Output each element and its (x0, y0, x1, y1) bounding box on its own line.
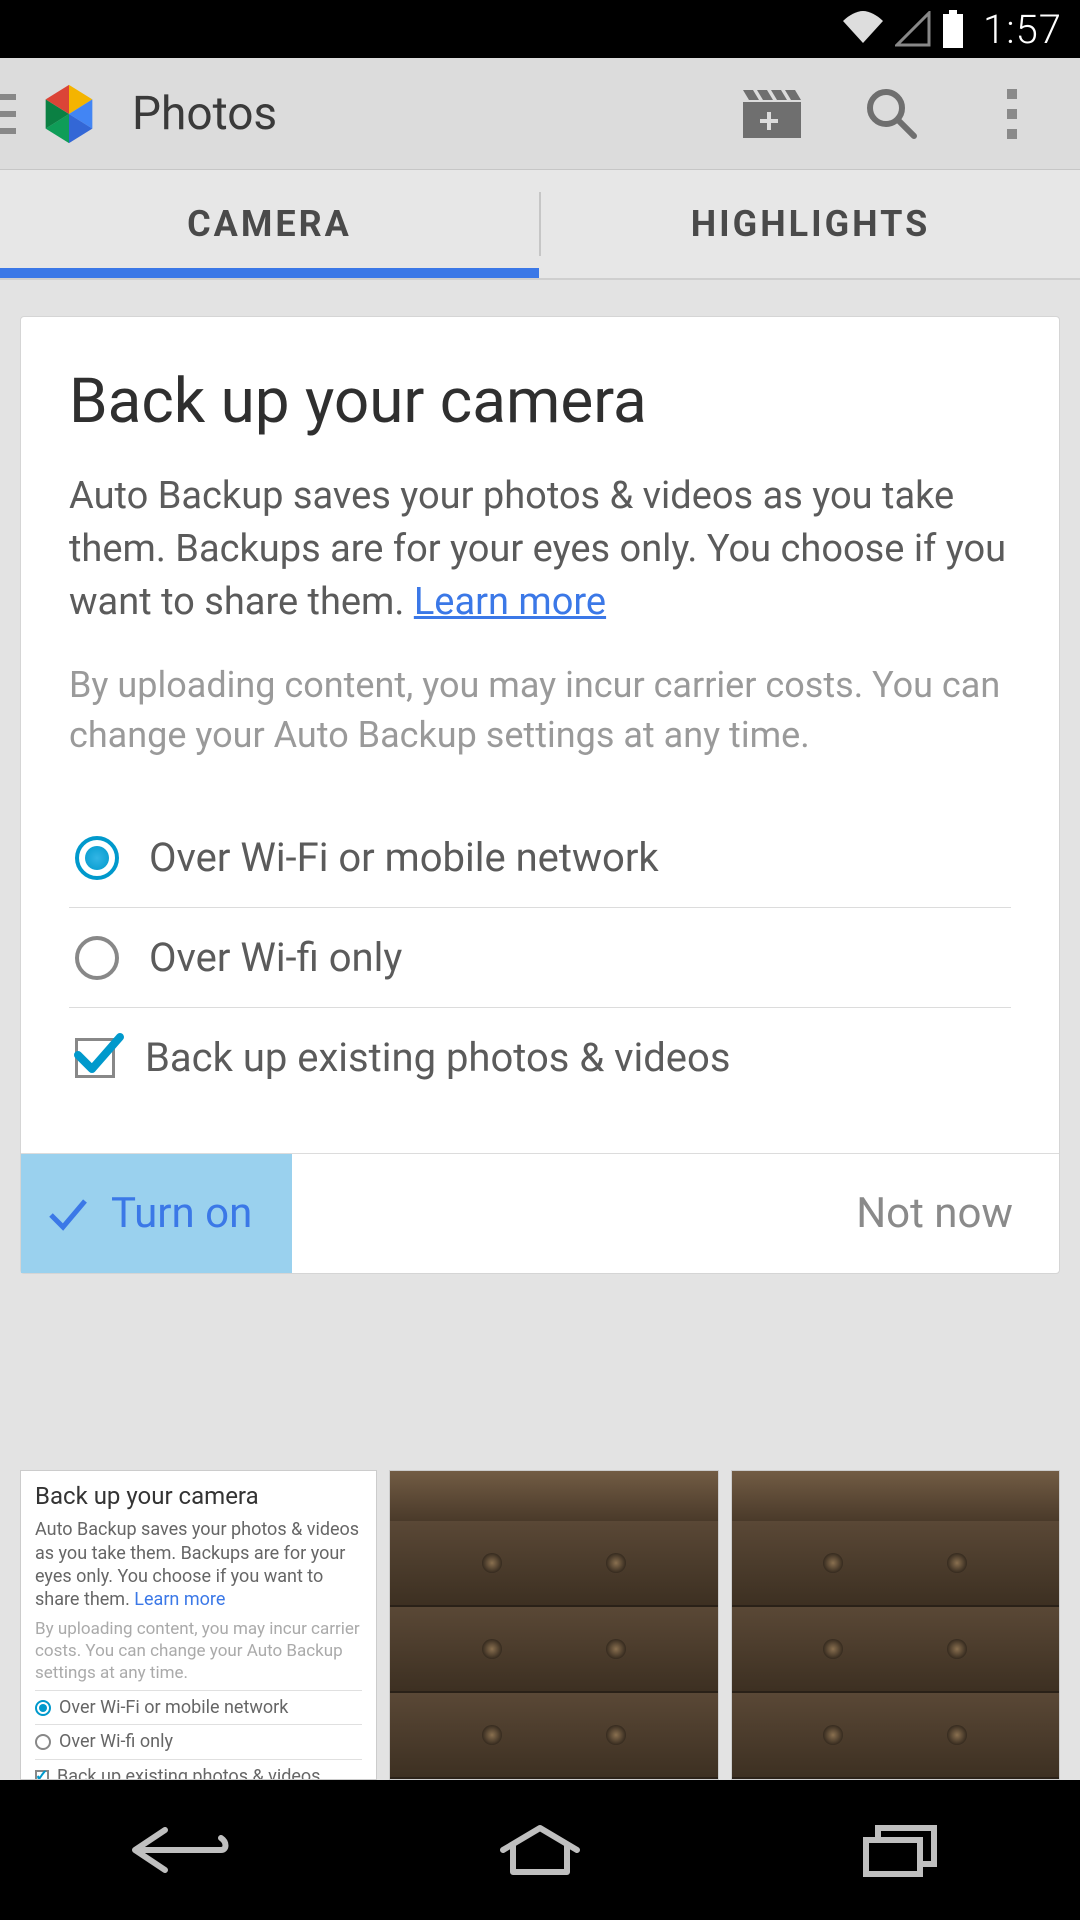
not-now-label: Not now (856, 1189, 1013, 1238)
tab-camera[interactable]: CAMERA (0, 170, 539, 278)
photo-grid: Back up your camera Auto Backup saves yo… (20, 1470, 1060, 1780)
radio-icon (75, 836, 119, 880)
option-wifi-only[interactable]: Over Wi-fi only (69, 908, 1011, 1008)
content-area[interactable]: Back up your camera Auto Backup saves yo… (0, 280, 1080, 1780)
option-label: Over Wi-Fi or mobile network (149, 834, 659, 881)
turn-on-label: Turn on (111, 1189, 252, 1238)
photos-logo-icon[interactable] (34, 79, 104, 149)
card-description-secondary: By uploading content, you may incur carr… (69, 660, 1011, 761)
create-movie-button[interactable] (712, 58, 832, 169)
drawer-toggle-icon[interactable] (0, 94, 16, 134)
card-description-primary: Auto Backup saves your photos & videos a… (69, 470, 1011, 630)
grid-item-photo[interactable] (731, 1470, 1060, 1780)
card-actions: Turn on Not now (21, 1153, 1059, 1273)
home-button[interactable] (450, 1815, 630, 1885)
tab-label: CAMERA (187, 203, 352, 245)
card-title: Back up your camera (69, 365, 1011, 438)
app-title: Photos (132, 87, 277, 141)
grid-item-screenshot[interactable]: Back up your camera Auto Backup saves yo… (20, 1470, 377, 1780)
overflow-menu-button[interactable] (952, 58, 1072, 169)
radio-icon (75, 936, 119, 980)
navigation-bar (0, 1780, 1080, 1920)
option-label: Over Wi-fi only (149, 934, 402, 981)
checkbox-icon (75, 1038, 115, 1078)
check-icon (45, 1191, 91, 1237)
backup-card: Back up your camera Auto Backup saves yo… (20, 316, 1060, 1274)
option-label: Back up existing photos & videos (145, 1034, 730, 1081)
turn-on-button[interactable]: Turn on (21, 1154, 292, 1273)
grid-item-photo[interactable] (389, 1470, 718, 1780)
option-wifi-or-mobile[interactable]: Over Wi-Fi or mobile network (69, 808, 1011, 908)
tab-label: HIGHLIGHTS (691, 203, 931, 245)
cell-signal-icon (895, 11, 931, 47)
wifi-icon (841, 11, 885, 47)
tab-highlights[interactable]: HIGHLIGHTS (541, 170, 1080, 278)
battery-icon (941, 10, 965, 48)
status-bar: 1:57 (0, 0, 1080, 58)
status-time: 1:57 (983, 6, 1062, 53)
back-button[interactable] (90, 1815, 270, 1885)
learn-more-link[interactable]: Learn more (414, 580, 606, 624)
recent-apps-button[interactable] (810, 1815, 990, 1885)
option-backup-existing[interactable]: Back up existing photos & videos (69, 1008, 1011, 1107)
action-bar: Photos (0, 58, 1080, 170)
search-button[interactable] (832, 58, 952, 169)
not-now-button[interactable]: Not now (810, 1154, 1059, 1273)
tab-bar: CAMERA HIGHLIGHTS (0, 170, 1080, 278)
